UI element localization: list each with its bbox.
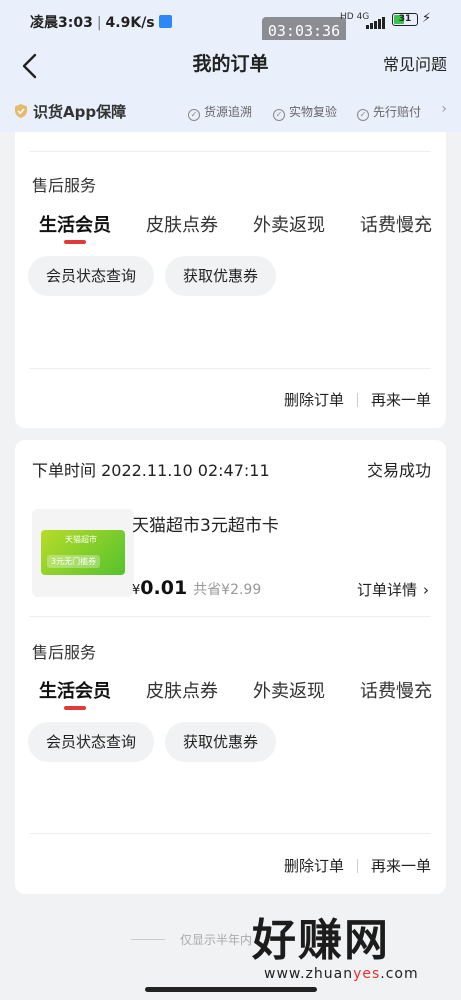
status-left: 凌晨3:03 | 4.9K/s [30,12,172,32]
tab-phone-recharge[interactable]: 话费慢充 [360,677,432,703]
gift-card-brand: 天猫超市 [65,535,97,544]
order-card: 售后服务 生活会员 皮肤点券 外卖返现 话费慢充 会员状态查询 获取优惠券 删除… [15,132,446,428]
guarantee-feature: ✓ 先行赔付 [357,103,421,121]
watermark-url-part: .com [380,966,419,982]
status-separator: | [96,15,102,31]
charging-icon: ⚡ [422,11,432,26]
watermark-title: 好赚网 [252,915,390,966]
app-notification-icon [158,15,172,28]
tab-takeout-cashback[interactable]: 外卖返现 [253,211,325,237]
divider [30,833,431,834]
home-indicator[interactable] [145,987,317,992]
divider-line [131,939,165,940]
product-price: ¥0.01 共省¥2.99 [132,577,261,599]
check-circle-icon: ✓ [273,109,285,121]
order-card: 下单时间 2022.11.10 02:47:11 交易成功 天猫超市 3元无门槛… [15,440,446,894]
watermark-url-highlight: yes [353,966,381,982]
order-detail-label: 订单详情 [356,581,417,599]
check-circle-icon: ✓ [188,109,200,121]
order-actions: 删除订单 再来一单 [284,855,431,876]
tab-label: 外卖返现 [253,681,325,702]
gift-card-image: 天猫超市 3元无门槛券 [41,530,125,575]
check-circle-icon: ✓ [357,109,369,121]
tab-phone-recharge[interactable]: 话费慢充 [360,211,432,237]
hd-label: HD [340,12,354,22]
get-coupon-button[interactable]: 获取优惠券 [165,256,277,296]
delete-order-button[interactable]: 删除订单 [284,391,344,409]
action-separator [356,393,358,407]
chevron-right-icon: › [423,581,429,599]
tab-takeout-cashback[interactable]: 外卖返现 [253,677,325,703]
after-sales-title: 售后服务 [32,643,97,662]
tab-label: 话费慢充 [360,215,432,236]
tab-life-member[interactable]: 生活会员 [39,677,111,710]
order-detail-link[interactable]: 订单详情 › [357,579,429,600]
product-thumbnail[interactable]: 天猫超市 3元无门槛券 [32,509,134,597]
tab-life-member[interactable]: 生活会员 [39,211,111,244]
price-value: 0.01 [140,577,188,599]
tab-label: 皮肤点券 [146,215,218,236]
guarantee-feature: ✓ 实物复验 [273,103,337,121]
status-time: 凌晨3:03 [30,15,93,31]
divider [30,368,431,369]
guarantee-feature-label: 先行赔付 [373,105,422,119]
guarantee-brand: 识货App保障 [14,101,126,122]
battery-level: 31 [398,14,412,24]
guarantee-feature: ✓ 货源追溯 [188,103,252,121]
guarantee-feature-label: 实物复验 [289,105,338,119]
signal-icon [366,13,386,29]
gift-card-text: 3元无门槛券 [47,555,101,568]
shield-icon [15,104,27,118]
order-actions: 删除订单 再来一单 [284,389,431,410]
guarantee-feature-label: 货源追溯 [204,105,253,119]
order-status: 交易成功 [366,461,431,480]
member-status-button[interactable]: 会员状态查询 [28,722,155,762]
battery-icon: 31 [392,13,418,26]
nav-bar: 我的订单 常见问题 [0,40,461,92]
tab-skin-points[interactable]: 皮肤点券 [146,211,218,237]
tab-label: 生活会员 [39,681,111,702]
status-speed: 4.9K/s [105,15,155,31]
tab-underline [64,240,86,244]
product-name[interactable]: 天猫超市3元超市卡 [132,511,279,536]
divider [30,616,431,617]
tab-skin-points[interactable]: 皮肤点券 [146,677,218,703]
action-separator [356,859,358,873]
get-coupon-button[interactable]: 获取优惠券 [165,722,277,762]
faq-button[interactable]: 常见问题 [383,51,447,75]
tab-label: 生活会员 [39,215,111,236]
network-type: HD 4G [340,12,369,22]
reorder-button[interactable]: 再来一单 [371,391,431,409]
saving-amount: 共省¥2.99 [193,582,262,598]
delete-order-button[interactable]: 删除订单 [284,857,344,875]
watermark: 好赚网 www.zhuanyes.com [252,916,452,990]
list-end-text: 仅显示半年内 [180,933,253,947]
order-time: 下单时间 2022.11.10 02:47:11 [32,461,270,480]
tab-label: 话费慢充 [360,681,432,702]
tab-underline [64,706,86,710]
guarantee-brand-label: 识货App保障 [33,103,127,121]
guarantee-bar[interactable]: 识货App保障 ✓ 货源追溯 ✓ 实物复验 ✓ 先行赔付 › [0,92,461,132]
reorder-button[interactable]: 再来一单 [371,857,431,875]
chevron-right-icon: › [441,101,447,117]
after-sales-title: 售后服务 [32,176,97,195]
status-bar: 凌晨3:03 | 4.9K/s 03:03:36 HD 4G 31 ⚡ [0,0,461,45]
watermark-url-part: www.zhuan [264,966,354,982]
divider [30,151,431,152]
member-status-button[interactable]: 会员状态查询 [28,256,155,296]
watermark-url: www.zhuanyes.com [264,966,452,982]
tab-label: 外卖返现 [253,215,325,236]
tab-label: 皮肤点券 [146,681,218,702]
